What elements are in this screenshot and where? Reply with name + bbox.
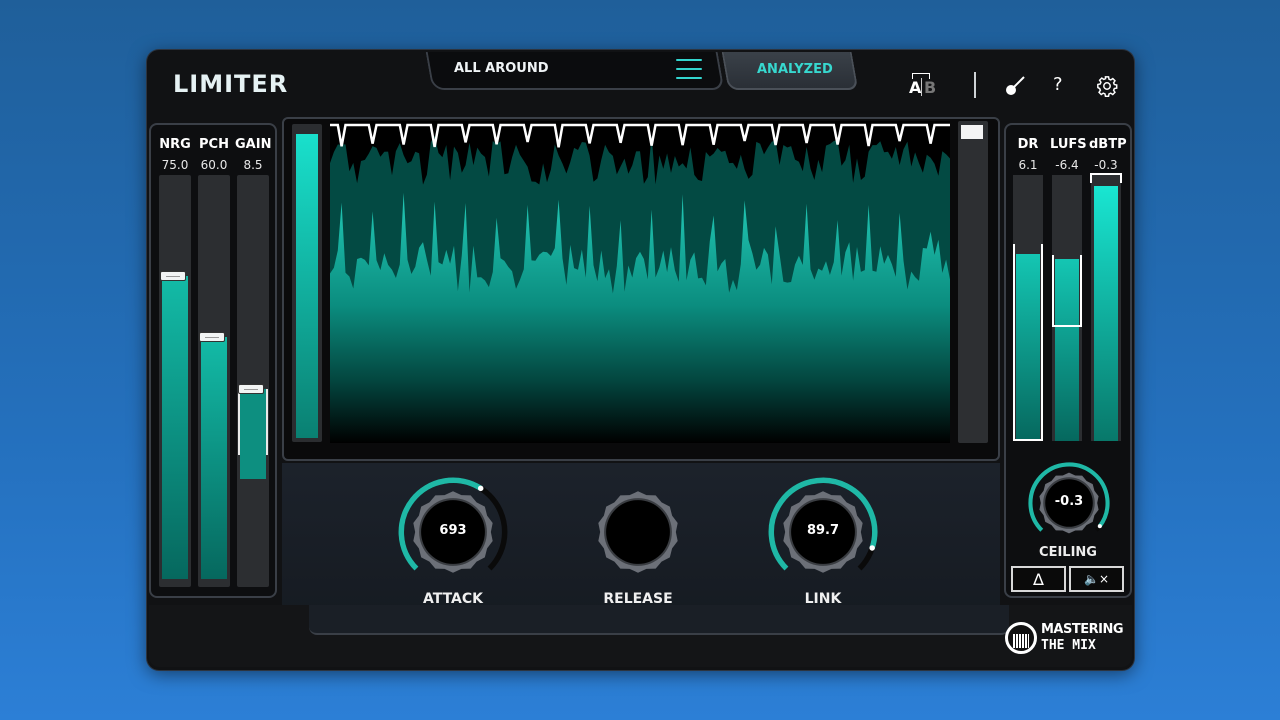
input-controls-panel: NRG 75.0 PCH 60.0 GAIN 8.5 [149, 123, 277, 598]
logo-line1: MASTERING [1041, 622, 1124, 637]
waveform-display [282, 117, 1000, 461]
knob-pointer-marker [1097, 524, 1102, 529]
fader-fill [201, 337, 227, 579]
link-knob[interactable]: 89.7 [768, 477, 878, 587]
fader-value: 8.5 [243, 158, 263, 172]
fader-handle[interactable] [238, 384, 264, 394]
limiter-plugin-window: LIMITER ALL AROUND ANALYZED A B ? NRG 75… [147, 50, 1134, 670]
fader-track[interactable] [198, 175, 230, 587]
knob-dial-icon [598, 491, 678, 573]
fader-handle[interactable] [160, 271, 186, 281]
mastering-the-mix-logo: MASTERING THE MIX [1005, 620, 1124, 660]
footer-notch [309, 605, 1009, 635]
fader-fill [162, 276, 188, 579]
fader-value: 60.0 [200, 158, 228, 172]
gain-fill [240, 389, 266, 479]
gain-reduction-line [330, 123, 950, 148]
ab-divider [921, 78, 922, 96]
gain-reduction-meter-cap [961, 125, 983, 139]
target-range-bracket [1013, 244, 1043, 441]
input-meter-fill [296, 134, 318, 438]
target-range-bracket [1052, 255, 1082, 327]
gear-icon[interactable] [1096, 75, 1118, 97]
speaker-mute-icon: 🔈× [1084, 572, 1109, 586]
meter-label: LUFS [1050, 137, 1087, 152]
delta-button[interactable]: ∆ [1011, 566, 1066, 592]
header-separator [974, 72, 976, 98]
waveform-view [330, 121, 950, 443]
hamburger-menu-icon[interactable] [676, 59, 702, 79]
attack-knob[interactable]: 693 [398, 477, 508, 587]
meter-track [1090, 173, 1122, 441]
input-level-meter [292, 124, 322, 442]
brush-icon[interactable] [1005, 74, 1027, 96]
preset-selector[interactable]: ALL AROUND [454, 61, 549, 76]
fader-track[interactable] [237, 175, 269, 587]
delta-icon: ∆ [1033, 569, 1044, 589]
meter-label: dBTP [1089, 137, 1127, 152]
fader-track[interactable] [159, 175, 191, 587]
loudness-meters-panel: DR 6.1 LUFS -6.4 dBTP -0.3 -0.3 CEILING … [1004, 123, 1132, 598]
meter-track [1052, 175, 1082, 441]
ab-label-b: B [924, 78, 937, 97]
help-icon[interactable]: ? [1053, 74, 1063, 95]
headphones-logo-icon [1005, 622, 1037, 654]
fader-label: PCH [199, 137, 229, 152]
gain-reduction-meter [958, 121, 988, 443]
ceiling-marker-bracket [1090, 173, 1122, 183]
meter-label: DR [1017, 137, 1039, 152]
fader-handle[interactable] [199, 332, 225, 342]
knob-value: 89.7 [806, 523, 840, 538]
fader-label: NRG [159, 137, 191, 152]
plugin-title: LIMITER [173, 70, 289, 98]
mute-button[interactable]: 🔈× [1069, 566, 1124, 592]
logo-line2: THE MIX [1041, 638, 1096, 653]
knob-pointer-marker [477, 485, 484, 492]
knob-value: -0.3 [1054, 494, 1084, 509]
meter-value: 6.1 [1018, 158, 1038, 172]
ab-compare-icon[interactable]: A B [907, 72, 937, 98]
ab-label-a: A [909, 78, 922, 97]
footer-bar [149, 605, 1132, 667]
knob-value: 693 [439, 523, 467, 538]
meter-track [1013, 175, 1043, 441]
knob-face [606, 500, 670, 564]
ceiling-knob[interactable]: -0.3 [1028, 462, 1110, 544]
tab-analyzed[interactable]: ANALYZED [757, 62, 833, 77]
release-knob[interactable] [583, 477, 693, 587]
meter-fill [1094, 186, 1118, 441]
fader-label: GAIN [235, 137, 272, 152]
meter-value: -6.4 [1055, 158, 1079, 172]
knob-pointer-marker [869, 545, 875, 551]
ceiling-label: CEILING [1039, 545, 1097, 560]
meter-value: -0.3 [1094, 158, 1118, 172]
knob-section: 693 ATTACK RELEASE AUTO 89.7 LINK [282, 463, 1000, 623]
fader-value: 75.0 [161, 158, 189, 172]
